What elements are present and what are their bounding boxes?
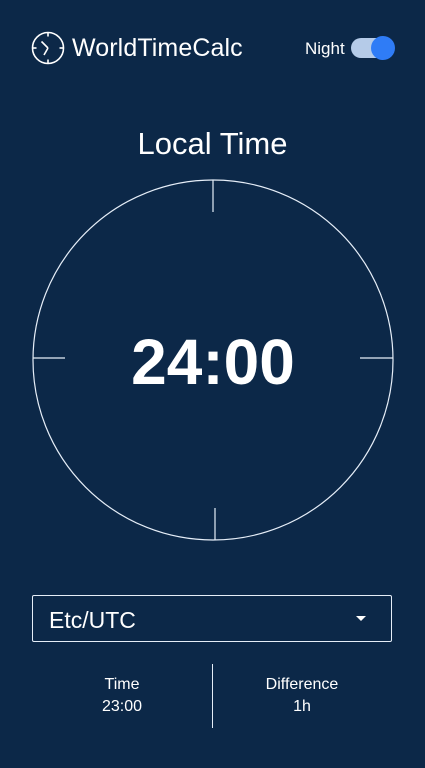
app-header: WorldTimeCalc Night — [0, 0, 425, 96]
caret-down-icon[interactable] — [356, 616, 366, 621]
night-mode-toggle[interactable] — [351, 36, 395, 60]
toggle-knob[interactable] — [371, 36, 395, 60]
timezone-selected-value[interactable]: Etc/UTC — [49, 607, 136, 633]
section-title: Local Time — [137, 126, 288, 161]
clock-icon — [31, 31, 65, 65]
time-label: Time — [104, 676, 140, 693]
timezone-select[interactable]: Etc/UTC — [32, 595, 392, 642]
local-time-display: 24:00 — [131, 326, 295, 398]
difference-label: Difference — [265, 676, 339, 693]
app-title: WorldTimeCalc — [72, 34, 243, 62]
night-mode-label: Night — [305, 39, 345, 58]
time-info-panel: Time 23:00 Difference 1h — [32, 664, 392, 728]
difference-info: Difference 1h — [212, 674, 392, 718]
time-info: Time 23:00 — [32, 674, 212, 718]
time-value: 23:00 — [101, 698, 143, 715]
difference-value: 1h — [293, 698, 311, 715]
